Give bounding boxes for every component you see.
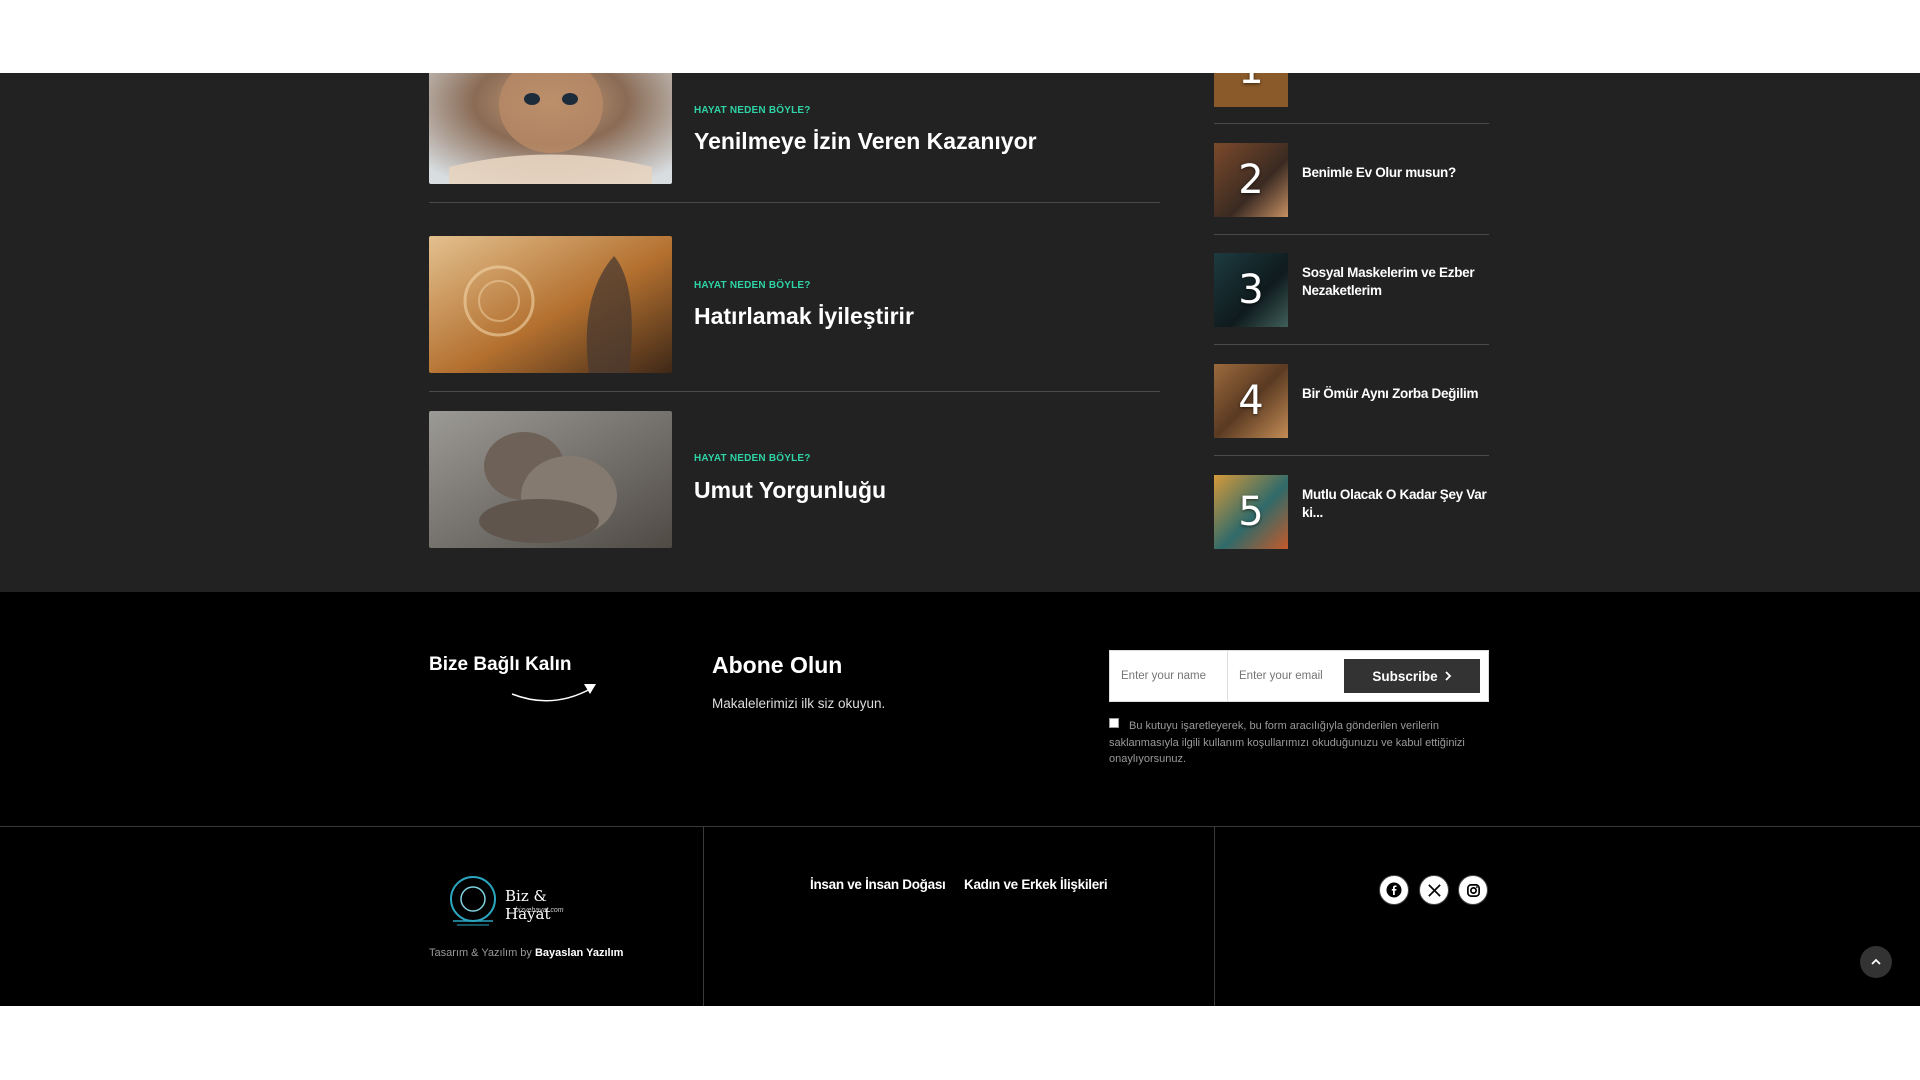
- article-item[interactable]: HAYAT NEDEN BÖYLE? Hatırlamak İyileştiri…: [429, 236, 1160, 411]
- popular-item[interactable]: 2 Benimle Ev Olur musun?: [1214, 143, 1489, 253]
- popular-number: 3: [1238, 267, 1264, 313]
- stay-connected-heading: Bize Bağlı Kalın: [429, 654, 572, 675]
- credit-link[interactable]: Bayaslan Yazılım: [535, 947, 623, 959]
- popular-item[interactable]: 4 Bir Ömür Aynı Zorba Değilim: [1214, 364, 1489, 474]
- bottom-area: [0, 1006, 1920, 1080]
- article-category[interactable]: HAYAT NEDEN BÖYLE?: [694, 453, 811, 464]
- popular-item[interactable]: 3 Sosyal Maskelerim ve Ezber Nezaketleri…: [1214, 253, 1489, 363]
- article-title[interactable]: Umut Yorgunluğu: [694, 477, 886, 504]
- subscribe-button[interactable]: Subscribe: [1344, 659, 1480, 693]
- credit-prefix: Tasarım & Yazılım by: [429, 947, 532, 959]
- article-title[interactable]: Hatırlamak İyileştirir: [694, 303, 914, 330]
- logo-text: Biz & Hayat: [505, 887, 551, 923]
- article-item[interactable]: HAYAT NEDEN BÖYLE? Yenilmeye İzin Veren …: [429, 73, 1160, 222]
- divider: [1214, 827, 1215, 1007]
- article-category[interactable]: HAYAT NEDEN BÖYLE?: [694, 105, 811, 116]
- consent-text: Bu kutuyu işaretleyerek, bu form aracılı…: [1109, 720, 1465, 765]
- subscribe-heading: Abone Olun: [712, 652, 843, 678]
- footer: Biz & Hayat bizvehayat.com Tasarım & Yaz…: [0, 826, 1920, 1007]
- article-thumbnail[interactable]: [429, 236, 672, 373]
- article-title[interactable]: Yenilmeye İzin Veren Kazanıyor: [694, 128, 1037, 155]
- top-bar: [0, 0, 1920, 73]
- content-section: HAYAT NEDEN BÖYLE? Yenilmeye İzin Veren …: [0, 73, 1920, 592]
- popular-item[interactable]: 1: [1214, 73, 1489, 143]
- popular-number: 1: [1214, 73, 1288, 107]
- subscribe-form: Subscribe: [1109, 650, 1489, 702]
- chevron-right-icon: [1445, 671, 1451, 681]
- name-input[interactable]: [1110, 651, 1228, 701]
- divider: [429, 391, 1160, 392]
- scroll-to-top-button[interactable]: [1860, 946, 1892, 978]
- popular-item[interactable]: 5 Mutlu Olacak O Kadar Şey Var ki...: [1214, 475, 1489, 585]
- divider: [1214, 123, 1489, 124]
- popular-number: 2: [1238, 157, 1264, 203]
- popular-number: 5: [1238, 489, 1264, 535]
- article-thumbnail[interactable]: [429, 73, 672, 184]
- popular-title[interactable]: Sosyal Maskelerim ve Ezber Nezaketlerim: [1302, 264, 1492, 300]
- subscribe-description: Makalelerimizi ilk siz okuyun.: [712, 696, 886, 711]
- article-thumbnail[interactable]: [429, 411, 672, 548]
- article-item[interactable]: HAYAT NEDEN BÖYLE? Umut Yorgunluğu: [429, 411, 1160, 586]
- divider: [429, 202, 1160, 203]
- credit-text: Tasarım & Yazılım by Bayaslan Yazılım: [429, 947, 623, 959]
- footer-nav-link[interactable]: Kadın ve Erkek İlişkileri: [964, 877, 1108, 892]
- chevron-up-icon: [1871, 958, 1881, 965]
- logo-subtitle: bizvehayat.com: [515, 907, 564, 914]
- divider: [1214, 455, 1489, 456]
- divider: [703, 827, 704, 1007]
- newsletter-section: Bize Bağlı Kalın Abone Olun Makalelerimi…: [0, 592, 1920, 826]
- subscribe-label: Subscribe: [1372, 668, 1438, 684]
- x-icon[interactable]: [1419, 875, 1449, 905]
- divider: [1214, 344, 1489, 345]
- email-input[interactable]: [1228, 651, 1343, 701]
- footer-nav-link[interactable]: İnsan ve İnsan Doğası: [810, 877, 946, 892]
- popular-title[interactable]: Benimle Ev Olur musun?: [1302, 164, 1492, 182]
- site-logo[interactable]: Biz & Hayat bizvehayat.com: [443, 871, 583, 931]
- instagram-icon[interactable]: [1458, 875, 1488, 905]
- popular-title[interactable]: Bir Ömür Aynı Zorba Değilim: [1302, 385, 1492, 403]
- divider: [1214, 234, 1489, 235]
- popular-number: 4: [1238, 378, 1264, 424]
- arrow-icon: [511, 684, 596, 702]
- article-category[interactable]: HAYAT NEDEN BÖYLE?: [694, 280, 811, 291]
- popular-title[interactable]: Mutlu Olacak O Kadar Şey Var ki...: [1302, 486, 1492, 522]
- facebook-icon[interactable]: [1379, 875, 1409, 905]
